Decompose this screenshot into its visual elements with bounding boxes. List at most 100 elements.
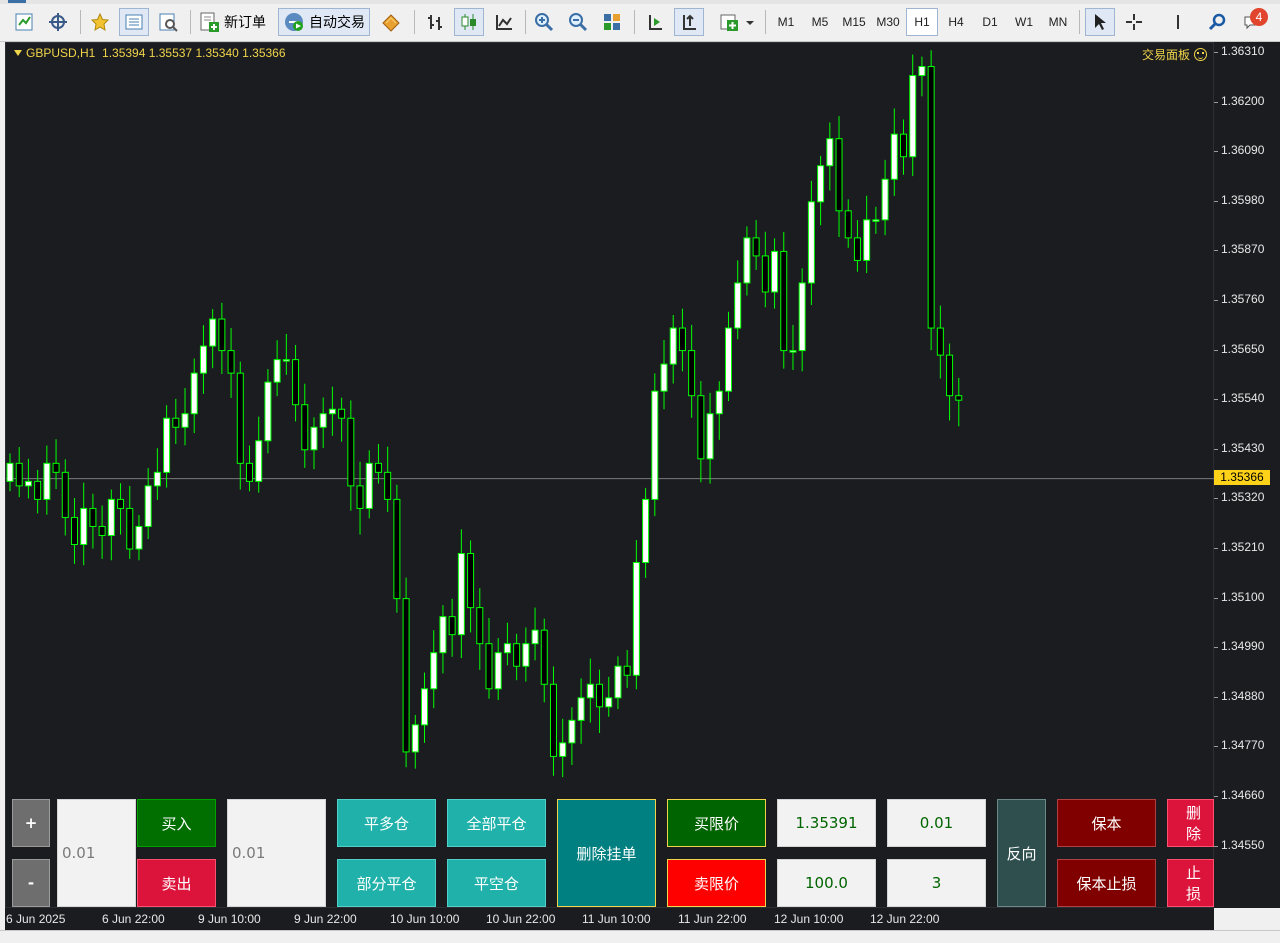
- price-tick-label: 1.35100: [1221, 589, 1265, 604]
- strategy-icon[interactable]: [376, 8, 406, 36]
- candle-bear: [34, 480, 42, 500]
- candle-bull: [881, 178, 889, 221]
- candle-bear: [384, 471, 392, 500]
- buy-limit-button[interactable]: 买限价: [667, 799, 766, 847]
- candle-bull: [817, 165, 825, 203]
- zoom-in-icon[interactable]: [530, 8, 558, 36]
- time-tick-label: 12 Jun 22:00: [870, 912, 940, 926]
- limit-lot-input[interactable]: 0.01: [887, 799, 986, 847]
- price-tick-mark: [1214, 548, 1218, 549]
- timeframe-h1[interactable]: H1: [906, 8, 938, 36]
- new-chart-icon[interactable]: [10, 8, 38, 36]
- chart-shift-icon[interactable]: [674, 8, 704, 36]
- candle-bull: [310, 426, 318, 451]
- auto-scroll-icon[interactable]: [641, 8, 669, 36]
- candle-bull: [872, 219, 880, 222]
- candle-bear: [70, 516, 78, 545]
- crosshair-tool-icon[interactable]: [1120, 8, 1148, 36]
- bar-chart-icon[interactable]: [421, 8, 449, 36]
- trade-panel-title[interactable]: 交易面板: [1142, 46, 1207, 63]
- count-input[interactable]: 3: [887, 859, 986, 907]
- collapse-triangle-icon[interactable]: [14, 50, 22, 56]
- search-icon[interactable]: [1203, 8, 1231, 36]
- candle-bear: [955, 395, 963, 401]
- buy-button[interactable]: 买入: [137, 799, 216, 847]
- candle-bull: [199, 345, 207, 374]
- timeframe-d1[interactable]: D1: [974, 8, 1006, 36]
- breakeven-stoploss-button[interactable]: 保本止损: [1057, 859, 1156, 907]
- price-tick-label: 1.35320: [1221, 490, 1265, 505]
- sell-limit-button[interactable]: 卖限价: [667, 859, 766, 907]
- candle-bear: [946, 354, 954, 397]
- current-price-tag: 1.35366: [1214, 469, 1270, 485]
- candlestick-icon[interactable]: [454, 8, 484, 36]
- close-long-button[interactable]: 平多仓: [337, 799, 436, 847]
- lot-input-a[interactable]: 0.01: [57, 799, 136, 907]
- timeframe-mn[interactable]: MN: [1042, 8, 1074, 36]
- main-toolbar: 新订单 自动交易 M1 M5 M15 M30 H1 H4 D1 W1 MN 4: [0, 0, 1280, 42]
- navigator-icon[interactable]: [119, 8, 149, 36]
- price-tick-mark: [1214, 300, 1218, 301]
- delete-button[interactable]: 删除: [1167, 799, 1214, 847]
- delete-pending-button[interactable]: 删除挂单: [557, 799, 656, 907]
- window-indicator: [8, 0, 26, 3]
- candle-bull: [605, 697, 613, 708]
- price-tick-mark: [1214, 845, 1218, 847]
- price-tick-label: 1.35650: [1221, 341, 1265, 356]
- cursor-icon[interactable]: [1085, 8, 1115, 36]
- stoploss-button[interactable]: 止损: [1167, 859, 1214, 907]
- price-tick-mark: [1214, 399, 1218, 401]
- candle-bear: [540, 629, 548, 685]
- price-tick-mark: [1214, 250, 1218, 252]
- favorites-icon[interactable]: [86, 8, 114, 36]
- distance-input[interactable]: 100.0: [777, 859, 876, 907]
- indicators-icon[interactable]: [714, 8, 758, 36]
- auto-trading-button[interactable]: 自动交易: [278, 8, 370, 36]
- smiley-icon: [1194, 48, 1207, 61]
- sell-button[interactable]: 卖出: [137, 859, 216, 907]
- candle-bear: [761, 255, 769, 293]
- candle-bull: [421, 688, 429, 726]
- price-tick-label: 1.35760: [1221, 292, 1265, 306]
- breakeven-button[interactable]: 保本: [1057, 799, 1156, 847]
- lot-input-b[interactable]: 0.01: [227, 799, 326, 907]
- zoom-out-icon[interactable]: [564, 8, 592, 36]
- lot-decrease-button[interactable]: -: [12, 859, 50, 907]
- price-tick-label: 1.34770: [1221, 738, 1265, 753]
- candle-bear: [467, 553, 475, 609]
- line-chart-icon[interactable]: [490, 8, 518, 36]
- timeframe-h4[interactable]: H4: [940, 8, 972, 36]
- candle-bear: [688, 350, 696, 397]
- candle-bear: [513, 643, 521, 667]
- market-watch-icon[interactable]: [154, 8, 182, 36]
- price-tick-mark: [1214, 796, 1218, 797]
- candle-bear: [301, 404, 309, 451]
- new-order-button[interactable]: 新订单: [198, 8, 266, 36]
- price-chart[interactable]: GBPUSD,H1 1.35394 1.35537 1.35340 1.3536…: [5, 42, 1215, 908]
- partial-close-button[interactable]: 部分平仓: [337, 859, 436, 907]
- vertical-line-icon[interactable]: [1164, 8, 1192, 36]
- timeframe-w1[interactable]: W1: [1008, 8, 1040, 36]
- notification-badge: 4: [1250, 8, 1268, 26]
- reverse-button[interactable]: 反向: [997, 799, 1046, 907]
- price-tick-mark: [1214, 647, 1218, 649]
- price-tick-mark: [1214, 52, 1218, 53]
- price-tick-label: 1.35430: [1221, 440, 1265, 455]
- candle-bull: [559, 742, 567, 757]
- lot-increase-button[interactable]: +: [12, 799, 50, 847]
- candle-bear: [15, 462, 23, 487]
- candle-bear: [236, 372, 244, 464]
- candle-bull: [522, 643, 530, 667]
- limit-price-input[interactable]: 1.35391: [777, 799, 876, 847]
- timeframe-m15[interactable]: M15: [838, 8, 870, 36]
- crosshair-icon[interactable]: [44, 8, 72, 36]
- timeframe-m5[interactable]: M5: [804, 8, 836, 36]
- timeframe-m30[interactable]: M30: [872, 8, 904, 36]
- close-short-button[interactable]: 平空仓: [447, 859, 546, 907]
- candle-bear: [678, 327, 686, 352]
- time-tick-label: 6 Jun 2025: [6, 912, 66, 926]
- tile-windows-icon[interactable]: [598, 8, 626, 36]
- close-all-button[interactable]: 全部平仓: [447, 799, 546, 847]
- candle-bear: [172, 417, 180, 428]
- timeframe-m1[interactable]: M1: [770, 8, 802, 36]
